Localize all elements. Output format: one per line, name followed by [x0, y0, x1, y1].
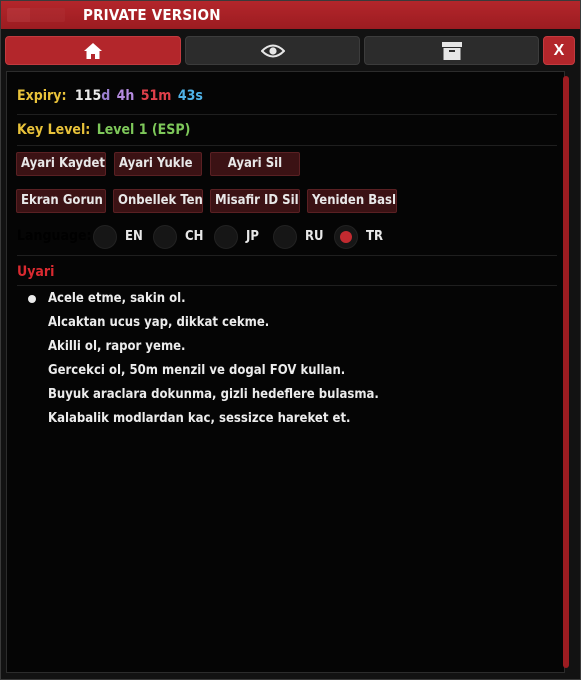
warning-title: Uyari: [17, 264, 55, 280]
expiry-label: Expiry:: [17, 88, 67, 104]
expiry-hours: 4h: [116, 88, 135, 104]
save-config-button[interactable]: Ayari Kaydet: [16, 152, 106, 176]
app-window: PRIVATE VERSION X Expiry: 115d 4h 51m 43…: [0, 0, 581, 680]
archive-icon: [441, 41, 462, 60]
warning-line: Buyuk araclara dokunma, gizli hedeflere …: [48, 387, 379, 402]
warning-line: Kalabalik modlardan kac, sessizce hareke…: [48, 411, 351, 426]
screen-view-button[interactable]: Ekran Gorun: [16, 189, 106, 213]
scrollbar[interactable]: [563, 76, 569, 668]
language-option-tr: TR: [366, 229, 383, 244]
expiry-seconds: 43s: [177, 88, 203, 104]
bullet-icon: [28, 295, 36, 303]
tab-archive[interactable]: [364, 36, 539, 65]
title-bar[interactable]: PRIVATE VERSION: [1, 1, 580, 29]
divider: [17, 114, 557, 115]
main-panel: Expiry: 115d 4h 51m 43s Key Level: Level…: [6, 71, 565, 673]
language-radio-jp[interactable]: [214, 225, 238, 249]
language-option-jp: JP: [246, 229, 259, 244]
load-config-button[interactable]: Ayari Yukle: [114, 152, 202, 176]
home-icon: [84, 42, 102, 59]
language-option-en: EN: [125, 229, 143, 244]
logo: [7, 8, 65, 22]
delete-config-button[interactable]: Ayari Sil: [210, 152, 300, 176]
key-level-value: Level 1 (ESP): [96, 122, 191, 138]
expiry-days: 115: [74, 88, 102, 104]
expiry-minutes: 51m: [140, 88, 172, 104]
tab-bar: X: [5, 36, 578, 65]
key-level-label: Key Level:: [17, 122, 91, 138]
warning-line: Alcaktan ucus yap, dikkat cekme.: [48, 315, 270, 330]
language-option-ch: CH: [185, 229, 204, 244]
expiry-days-unit: d: [101, 88, 111, 104]
language-radio-en[interactable]: [93, 225, 117, 249]
language-radio-ch[interactable]: [153, 225, 177, 249]
tab-home[interactable]: [5, 36, 181, 65]
language-selector: EN CH JP RU TR: [7, 224, 557, 250]
warning-line: Gercekci ol, 50m menzil ve dogal FOV kul…: [48, 363, 346, 378]
expiry-row: Expiry: 115d 4h 51m 43s: [17, 88, 203, 104]
eye-icon: [260, 44, 285, 57]
warning-line: Akilli ol, rapor yeme.: [48, 339, 186, 354]
language-option-ru: RU: [305, 229, 324, 244]
warning-line: Acele etme, sakin ol.: [48, 291, 186, 306]
restart-button[interactable]: Yeniden Basl: [307, 189, 397, 213]
clear-cache-button[interactable]: Onbellek Ten: [113, 189, 203, 213]
close-button[interactable]: X: [543, 36, 575, 65]
divider: [17, 145, 557, 146]
key-level-row: Key Level: Level 1 (ESP): [17, 122, 190, 138]
window-title: PRIVATE VERSION: [83, 6, 221, 24]
tab-visibility[interactable]: [185, 36, 360, 65]
divider: [17, 285, 557, 286]
language-radio-ru[interactable]: [273, 225, 297, 249]
language-radio-tr[interactable]: [334, 225, 358, 249]
delete-guest-id-button[interactable]: Misafir ID Sil: [210, 189, 300, 213]
divider: [17, 255, 557, 256]
